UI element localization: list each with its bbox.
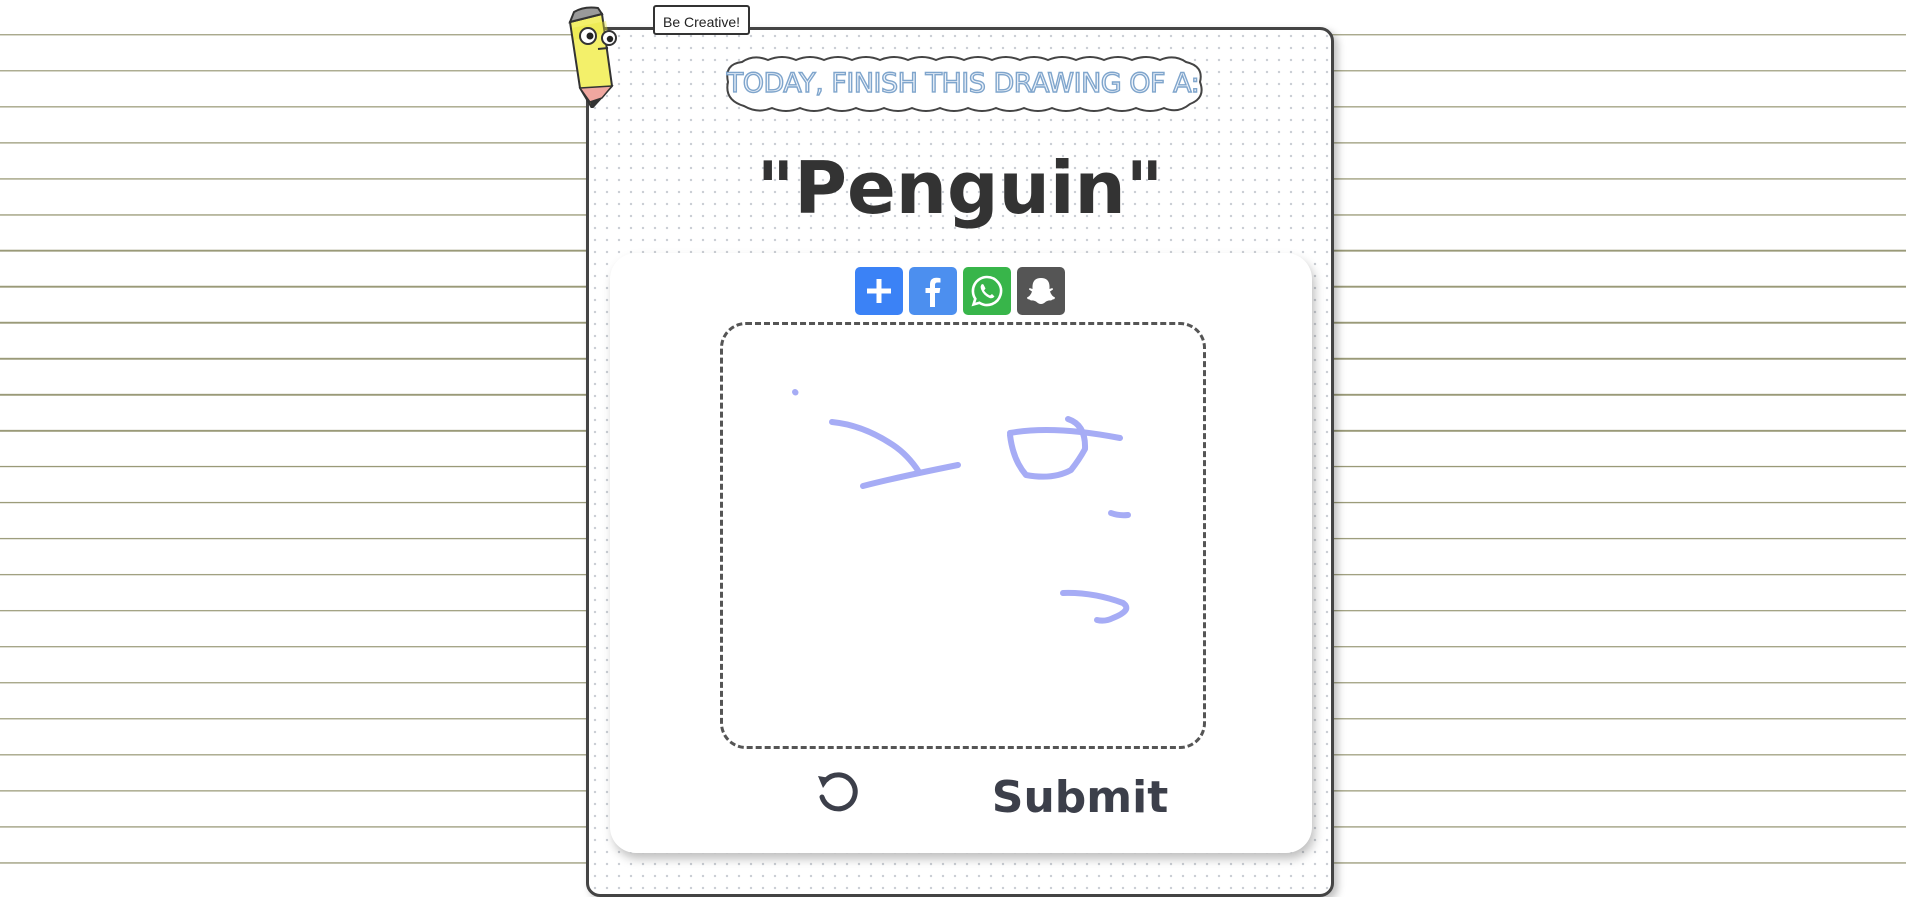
pencil-mascot-icon [568,6,617,108]
undo-button[interactable] [812,768,862,818]
stroke [860,462,961,489]
facebook-share-button[interactable] [909,267,957,315]
whatsapp-share-button[interactable] [963,267,1011,315]
snapchat-share-button[interactable] [1017,267,1065,315]
whatsapp-icon [971,275,1003,307]
drawing-subject: "Penguin" [756,146,1164,230]
undo-icon [818,772,858,812]
facebook-icon [925,277,941,307]
banner-heading: Today, finish this drawing of a: [726,67,1200,99]
stroke [829,419,922,475]
submit-button[interactable]: Submit [990,768,1170,828]
be-creative-tooltip: Be Creative! [653,5,751,35]
plus-icon [867,279,891,303]
add-share-button[interactable] [855,267,903,315]
snapchat-ghost-icon [1027,278,1055,304]
stroke [792,389,799,396]
stroke [1007,426,1123,441]
drawing-canvas[interactable] [720,322,1206,749]
stroke [1108,510,1131,519]
stroke [1060,589,1130,624]
drawing-strokes [792,389,1131,624]
